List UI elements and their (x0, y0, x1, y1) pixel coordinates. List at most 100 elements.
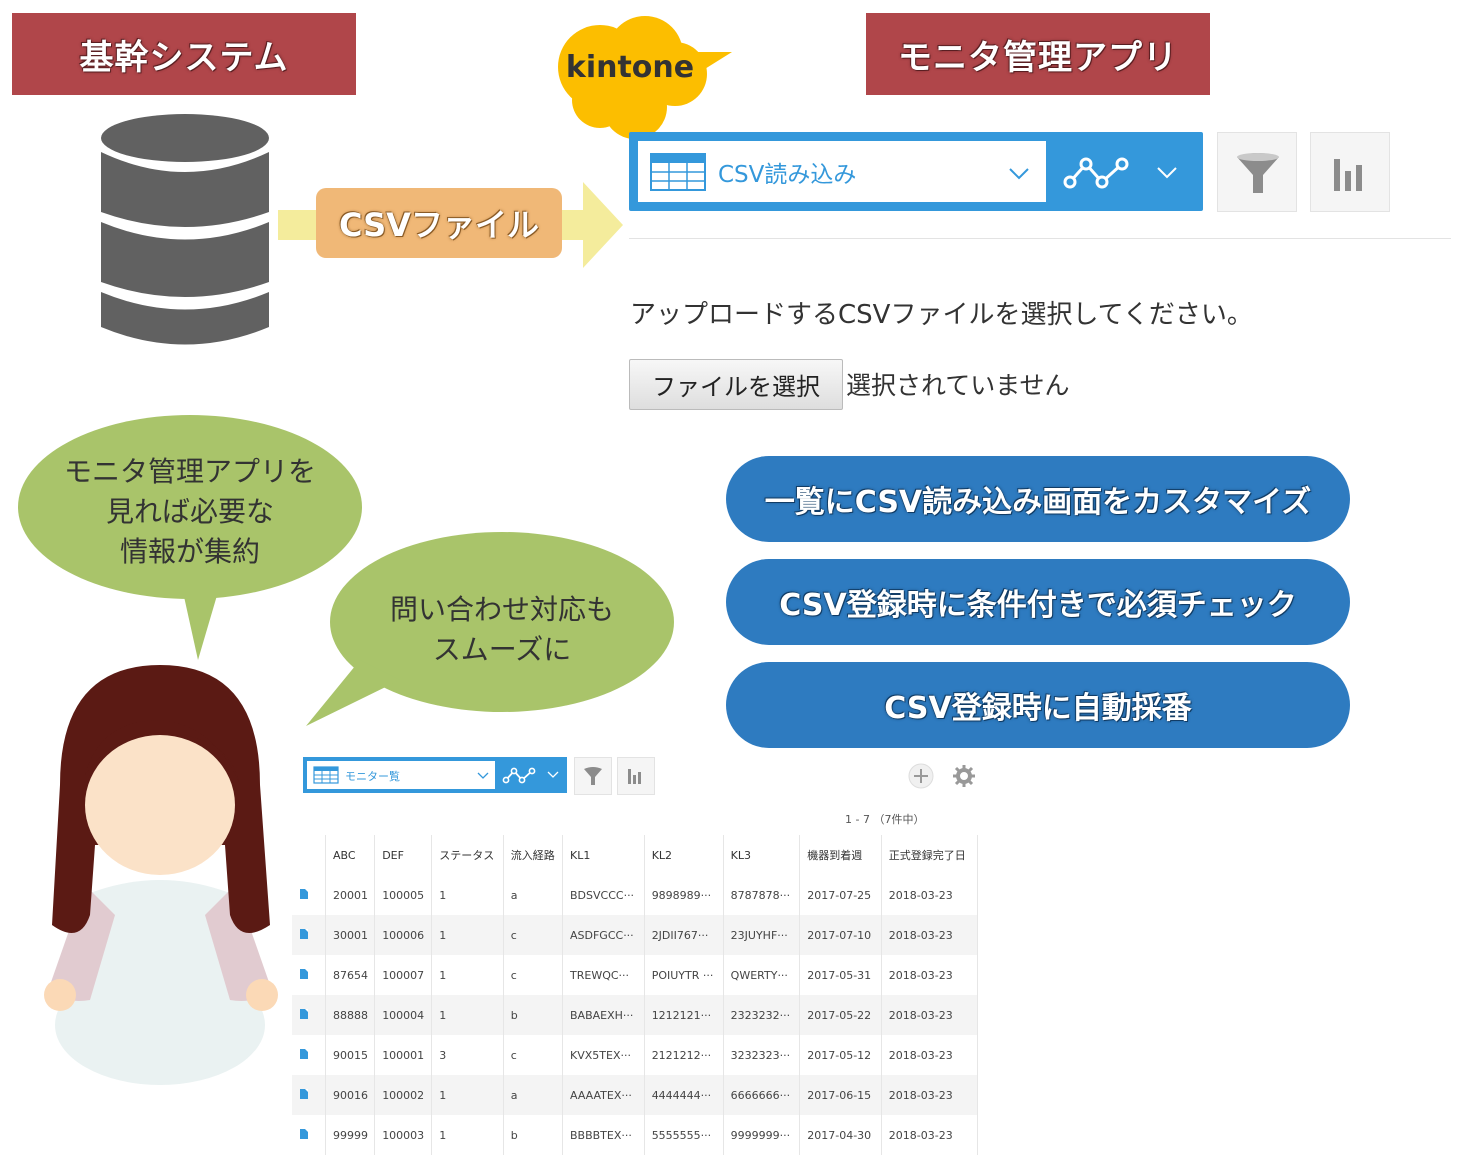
table-cell: 4444444··· (644, 1075, 724, 1115)
table-cell: 2323232··· (723, 995, 801, 1035)
record-list-table: ABC DEF ステータス 流入経路 KL1 KL2 KL3 機器到着週 正式登… (292, 835, 979, 1155)
mini-view-select[interactable]: モニター覧 (307, 761, 495, 789)
feature-pill-1: 一覧にCSV読み込み画面をカスタマイズ (726, 456, 1350, 542)
table-cell: 100006 (374, 915, 433, 955)
bubble-right-text: 問い合わせ対応も スムーズに (352, 590, 652, 670)
table-cell: 9898989··· (644, 875, 724, 915)
table-cell: 100005 (374, 875, 433, 915)
table-cell: 100004 (374, 995, 433, 1035)
kikan-system-label: 基幹システム (12, 13, 356, 95)
header-route[interactable]: 流入経路 (503, 835, 564, 875)
gear-icon[interactable] (953, 765, 975, 787)
record-detail-icon[interactable] (300, 888, 308, 899)
table-cell: 100002 (374, 1075, 433, 1115)
table-row[interactable]: 87654 100007 1 c TREWQC··· POIUYTR ··· QWERTY·… (292, 955, 979, 995)
table-cell: KVX5TEX··· (562, 1035, 645, 1075)
table-cell: 100001 (374, 1035, 433, 1075)
header-registration-date[interactable]: 正式登録完了日 (881, 835, 979, 875)
table-cell: 2018-03-23 (881, 955, 979, 995)
table-cell: 6666666··· (723, 1075, 801, 1115)
table-cell: 30001 (325, 915, 376, 955)
table-row[interactable]: 20001 100005 1 a BDSVCCC··· 9898989··· 8787878… (292, 875, 979, 915)
bubble-left-line3: 情報が集約 (119, 535, 260, 568)
record-detail-icon[interactable] (300, 1088, 308, 1099)
choose-file-button[interactable]: ファイルを選択 (629, 359, 843, 410)
view-select[interactable]: CSV読み込み (638, 141, 1046, 202)
table-cell: 23JUYHF··· (723, 915, 801, 955)
file-status-text: 選択されていません (846, 371, 1070, 400)
header-def[interactable]: DEF (374, 835, 433, 875)
table-cell: POIUYTR ··· (644, 955, 724, 995)
table-cell: 100007 (374, 955, 433, 995)
row-detail-cell[interactable] (292, 915, 326, 955)
record-detail-icon[interactable] (300, 1048, 308, 1059)
table-cell: 90016 (325, 1075, 376, 1115)
mini-graph-icon[interactable] (502, 765, 538, 785)
table-cell: 5555555··· (644, 1115, 724, 1155)
row-detail-cell[interactable] (292, 875, 326, 915)
record-detail-icon[interactable] (300, 968, 308, 979)
header-abc[interactable]: ABC (325, 835, 376, 875)
table-header-row: ABC DEF ステータス 流入経路 KL1 KL2 KL3 機器到着週 正式登… (292, 835, 979, 875)
bubble-left-line1: モニタ管理アプリを (63, 455, 316, 488)
table-cell: 2018-03-23 (881, 995, 979, 1035)
table-cell: TREWQC··· (562, 955, 645, 995)
mini-graph-chevron-icon[interactable] (547, 771, 559, 779)
filter-button[interactable] (1217, 132, 1297, 212)
view-selector-bar: CSV読み込み (629, 132, 1203, 211)
row-detail-cell[interactable] (292, 1035, 326, 1075)
table-cell: 9999999··· (723, 1115, 801, 1155)
table-row[interactable]: 88888 100004 1 b BABAEXH··· 1212121··· 2323232… (292, 995, 979, 1035)
funnel-icon (1237, 153, 1279, 193)
table-row[interactable]: 99999 100003 1 b BBBBTEX··· 5555555··· 9999999… (292, 1115, 979, 1155)
bubble-right-line1: 問い合わせ対応も (389, 593, 614, 626)
record-detail-icon[interactable] (300, 928, 308, 939)
person-illustration (44, 665, 278, 1085)
header-kl2[interactable]: KL2 (644, 835, 724, 875)
mini-filter-button[interactable] (574, 757, 612, 795)
table-cell: 2018-03-23 (881, 1115, 979, 1155)
header-icon-cell (292, 835, 326, 875)
table-cell: 2121212··· (644, 1035, 724, 1075)
kintone-logo-text: kintone (565, 50, 695, 85)
table-cell: 8787878··· (723, 875, 801, 915)
table-cell: b (503, 995, 564, 1035)
bubble-left-line2: 見れば必要な (105, 495, 274, 528)
mini-chart-button[interactable] (617, 757, 655, 795)
table-row[interactable]: 90015 100001 3 c KVX5TEX··· 2121212··· 3232323… (292, 1035, 979, 1075)
table-cell: 90015 (325, 1035, 376, 1075)
table-cell: 2018-03-23 (881, 875, 979, 915)
table-cell: 2017-07-25 (799, 875, 882, 915)
record-detail-icon[interactable] (300, 1008, 308, 1019)
mini-view-bar: モニター覧 (303, 757, 567, 793)
csv-file-label: CSVファイル (316, 188, 562, 258)
table-cell: 87654 (325, 955, 376, 995)
row-detail-cell[interactable] (292, 1115, 326, 1155)
row-detail-cell[interactable] (292, 955, 326, 995)
table-row[interactable]: 30001 100006 1 c ASDFGCC··· 2JDII767··· 23JUYH… (292, 915, 979, 955)
record-detail-icon[interactable] (300, 1128, 308, 1139)
header-kl3[interactable]: KL3 (723, 835, 801, 875)
graph-icon[interactable] (1062, 152, 1134, 192)
table-cell: 2017-05-12 (799, 1035, 882, 1075)
graph-chevron-icon[interactable] (1156, 166, 1178, 180)
table-cell: 2017-05-22 (799, 995, 882, 1035)
mini-funnel-icon (584, 767, 602, 785)
row-detail-cell[interactable] (292, 1075, 326, 1115)
header-status[interactable]: ステータス (431, 835, 504, 875)
table-cell: 20001 (325, 875, 376, 915)
chart-button[interactable] (1310, 132, 1390, 212)
add-record-icon[interactable] (908, 763, 934, 789)
header-arrival-week[interactable]: 機器到着週 (799, 835, 882, 875)
table-cell: BDSVCCC··· (562, 875, 645, 915)
table-cell: 2018-03-23 (881, 915, 979, 955)
row-detail-cell[interactable] (292, 995, 326, 1035)
chevron-down-icon (1009, 168, 1029, 180)
table-cell: 2018-03-23 (881, 1075, 979, 1115)
pager-text: 1 - 7 （7件中） (845, 813, 925, 826)
table-cell: b (503, 1115, 564, 1155)
table-row[interactable]: 90016 100002 1 a AAAATEX··· 4444444··· 6666666… (292, 1075, 979, 1115)
table-cell: QWERTY··· (723, 955, 801, 995)
database-icon (101, 114, 269, 345)
header-kl1[interactable]: KL1 (562, 835, 645, 875)
